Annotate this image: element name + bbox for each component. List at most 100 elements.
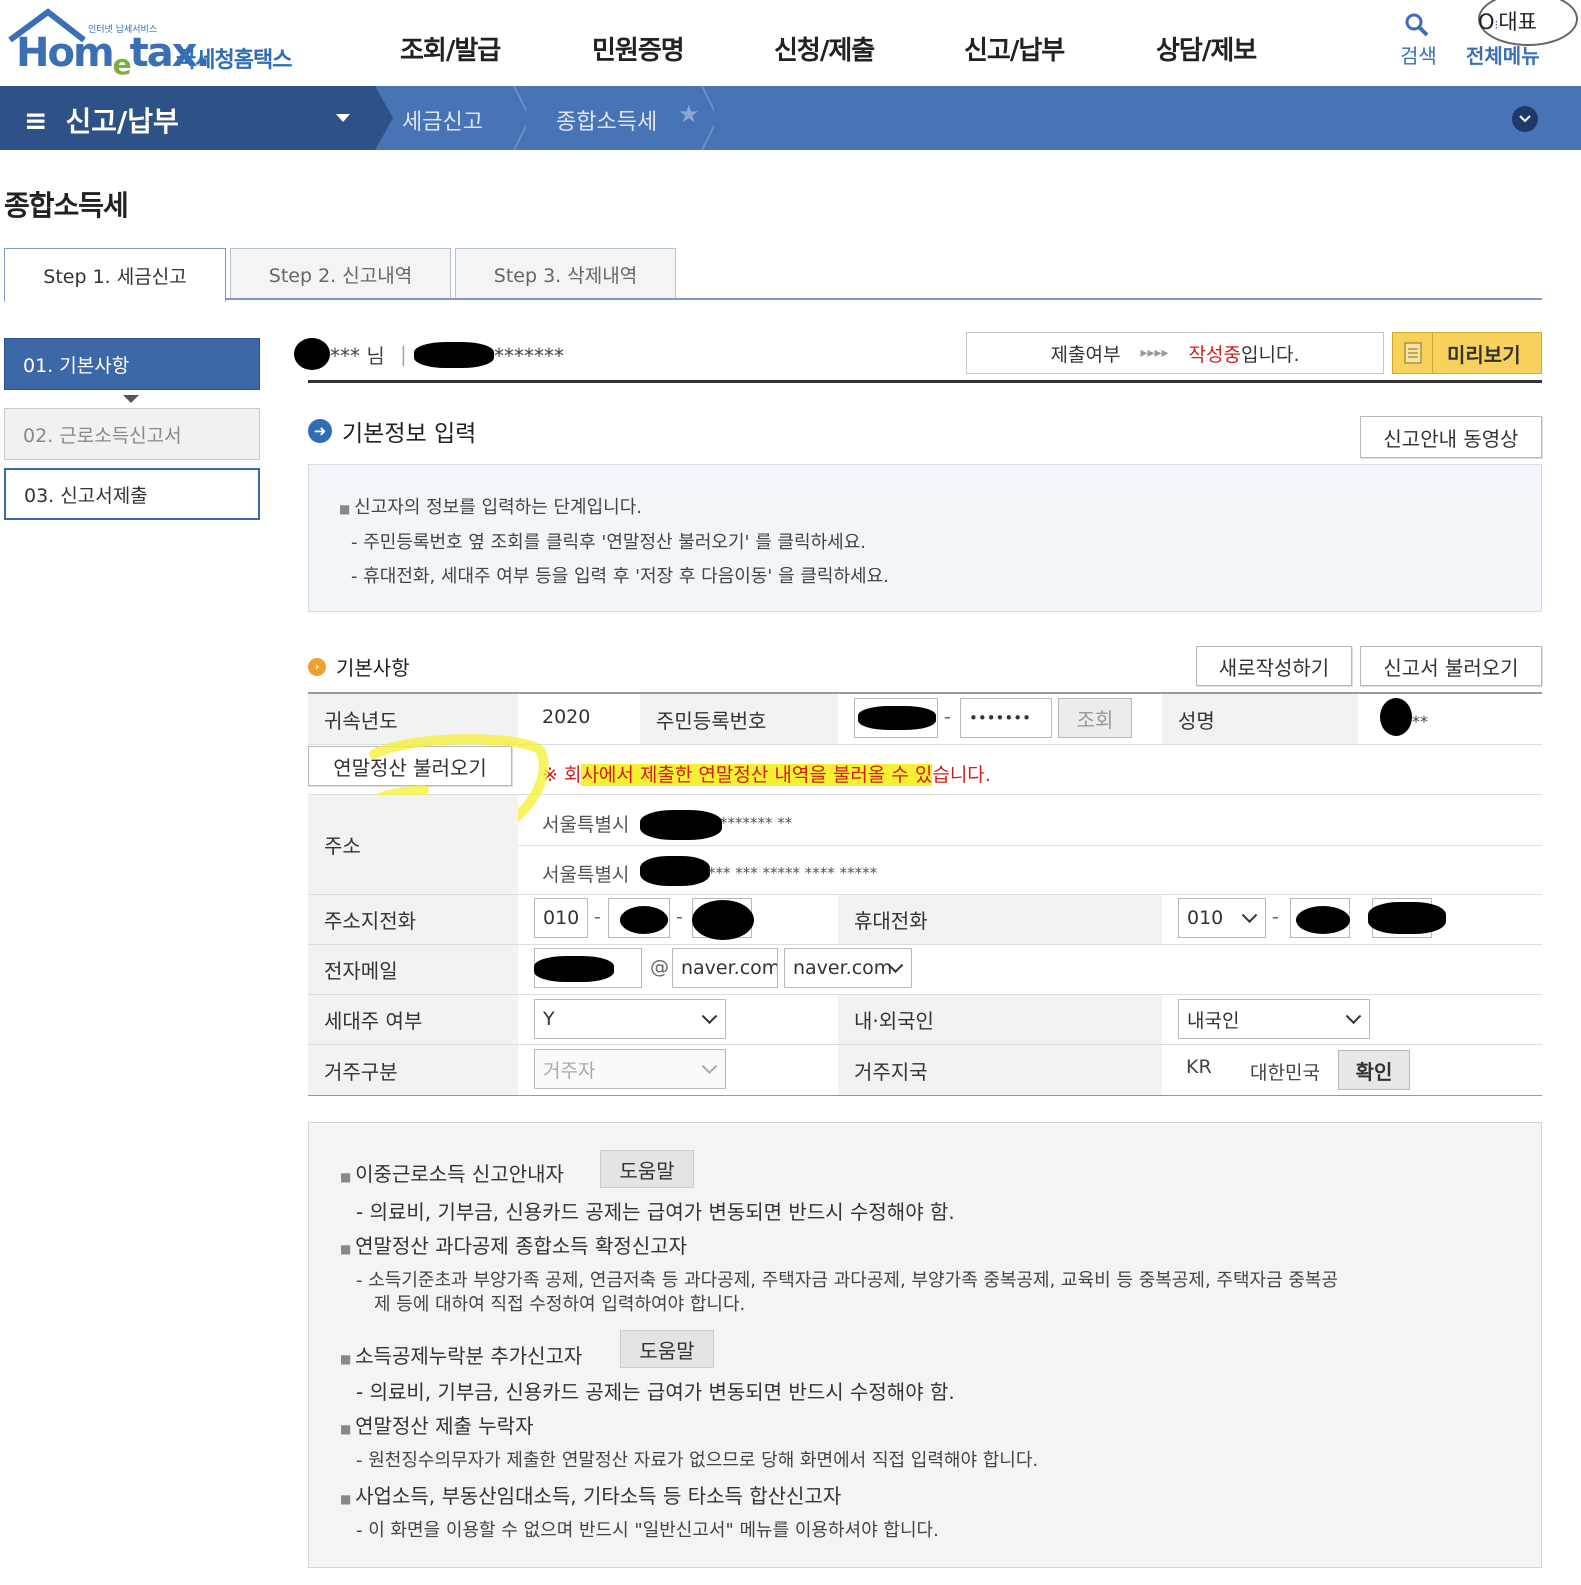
user-id: ******* bbox=[494, 344, 564, 368]
search-button[interactable]: 검색 bbox=[1400, 10, 1440, 70]
redaction-mark bbox=[692, 900, 754, 940]
all-menu-button[interactable]: 전체메뉴 bbox=[1466, 40, 1540, 69]
section-basic-info-title: ➜ 기본정보 입력 bbox=[308, 414, 476, 448]
help-item-title: ■ 연말정산 제출 누락자 bbox=[340, 1414, 534, 1438]
help-button[interactable]: 도움말 bbox=[600, 1150, 694, 1188]
help-item-desc: 제 등에 대하여 직접 수정하여 입력하여야 합니다. bbox=[374, 1294, 746, 1315]
tab-step2[interactable]: Step 2. 신고내역 bbox=[230, 248, 451, 300]
redaction-mark bbox=[1296, 906, 1350, 934]
help-item-desc: - 의료비, 기부금, 신용카드 공제는 급여가 변동되면 반드시 수정해야 함… bbox=[356, 1200, 955, 1224]
side-item-basic[interactable]: 01. 기본사항 bbox=[4, 338, 260, 390]
homephone-label: 주소지전화 bbox=[308, 895, 518, 944]
rrn-dash: - bbox=[944, 706, 951, 728]
user-name: *** 님 bbox=[330, 344, 385, 368]
crumb-tax-report[interactable]: 세금신고 bbox=[402, 104, 483, 136]
redaction-mark bbox=[640, 856, 710, 886]
country-code: KR bbox=[1186, 1056, 1212, 1078]
help-button[interactable]: 도움말 bbox=[620, 1330, 714, 1368]
section-title-text: 기본정보 입력 bbox=[342, 421, 477, 447]
country-name: 대한민국 bbox=[1250, 1062, 1320, 1084]
guide-video-button[interactable]: 신고안내 동영상 bbox=[1360, 416, 1542, 458]
householder-label: 세대주 여부 bbox=[308, 995, 518, 1044]
gnb-lookup[interactable]: 조회/발급 bbox=[400, 30, 501, 67]
phone-dash: - bbox=[1272, 906, 1279, 928]
gnb-certificates[interactable]: 민원증명 bbox=[592, 30, 685, 67]
chevron-down-icon[interactable] bbox=[1512, 106, 1538, 132]
address-label: 주소 bbox=[308, 795, 518, 894]
email-domain-input[interactable]: naver.com bbox=[672, 948, 778, 988]
help-item-title: ■ 소득공제누락분 추가신고자 bbox=[340, 1344, 583, 1368]
phone-dash: - bbox=[676, 906, 683, 928]
side-item-earned-income[interactable]: 02. 근로소득신고서 bbox=[4, 408, 260, 460]
info-box: ■ 신고자의 정보를 입력하는 단계입니다. - 주민등록번호 옆 조회를 클릭… bbox=[308, 464, 1542, 612]
crumb-separator-icon bbox=[701, 86, 714, 150]
preview-button[interactable]: 미리보기 bbox=[1392, 332, 1542, 374]
redaction-mark bbox=[620, 906, 668, 934]
redaction-mark bbox=[294, 338, 330, 370]
redaction-mark bbox=[1380, 698, 1412, 736]
status-arrows: ▸▸▸▸ bbox=[1140, 345, 1169, 361]
favorite-star-icon[interactable]: ★ bbox=[678, 100, 700, 128]
address2-city: 서울특별시 bbox=[542, 864, 630, 886]
tab-step3[interactable]: Step 3. 삭제내역 bbox=[455, 248, 676, 300]
tab-underline bbox=[226, 298, 1542, 300]
mobile-prefix-select[interactable]: 010 bbox=[1178, 898, 1266, 938]
address1-detail: ******* ** bbox=[720, 814, 793, 832]
caret-down-icon[interactable] bbox=[336, 114, 350, 124]
gnb-report-pay[interactable]: 신고/납부 bbox=[964, 30, 1065, 67]
address2-detail: *** *** ***** **** ***** bbox=[708, 864, 878, 882]
nationality-label: 내·외국인 bbox=[838, 995, 1162, 1044]
submission-status: 제출여부 ▸▸▸▸ 작성중입니다. bbox=[966, 332, 1384, 374]
logo-korean: 국세청홈택스 bbox=[176, 48, 292, 73]
section-divider bbox=[308, 380, 1542, 383]
homephone-prefix-input[interactable]: 010 bbox=[534, 898, 588, 938]
status-label: 제출여부 bbox=[1050, 343, 1121, 366]
help-item-desc: - 원천징수의무자가 제출한 연말정산 자료가 없으므로 당해 화면에서 직접 … bbox=[356, 1450, 1039, 1471]
search-label: 검색 bbox=[1400, 44, 1437, 68]
nationality-select[interactable]: 내국인 bbox=[1178, 999, 1370, 1039]
gnb-apply[interactable]: 신청/제출 bbox=[774, 30, 875, 67]
help-item-title: ■ 사업소득, 부동산임대소득, 기타소득 등 타소득 합산신고자 bbox=[340, 1484, 842, 1508]
country-label: 거주지국 bbox=[838, 1045, 1162, 1095]
rrn-label: 주민등록번호 bbox=[640, 694, 838, 744]
status-tail: 입니다. bbox=[1241, 343, 1300, 366]
user-separator: | bbox=[400, 342, 407, 366]
arrow-right-circle-icon: ➜ bbox=[308, 419, 332, 443]
page-title: 종합소득세 bbox=[4, 189, 129, 222]
redaction-mark bbox=[534, 956, 614, 982]
name-value: ** bbox=[1412, 712, 1428, 731]
rrn-back-input[interactable]: ••••••• bbox=[960, 698, 1052, 738]
crumb-income-tax[interactable]: 종합소득세 bbox=[556, 104, 657, 136]
crumb-separator-icon bbox=[513, 86, 526, 150]
info-line: - 주민등록번호 옆 조회를 클릭후 '연말정산 불러오기' 를 클릭하세요. bbox=[351, 532, 867, 553]
info-line: ■ 신고자의 정보를 입력하는 단계입니다. bbox=[339, 497, 643, 518]
section-selector-label: ≡ 신고/납부 bbox=[24, 103, 179, 139]
gnb-consult[interactable]: 상담/제보 bbox=[1156, 30, 1257, 67]
chevron-right-icon: › bbox=[308, 657, 326, 676]
redaction-mark bbox=[1368, 902, 1446, 934]
lookup-button[interactable]: 조회 bbox=[1058, 698, 1132, 738]
notice-highlighted: 사에서 제출한 연말정산 내역을 불러올 수 있 bbox=[581, 764, 933, 786]
confirm-country-button[interactable]: 확인 bbox=[1338, 1050, 1410, 1090]
email-label: 전자메일 bbox=[308, 945, 518, 994]
hometax-logo[interactable]: 인터넷 납세서비스 Hometax. 국세청홈택스 bbox=[4, 6, 304, 81]
residence-select[interactable]: 거주자 bbox=[534, 1049, 726, 1089]
info-line: - 휴대전화, 세대주 여부 등을 입력 후 '저장 후 다음이동' 을 클릭하… bbox=[351, 566, 889, 587]
yearend-notice: ※ 회사에서 제출한 연말정산 내역을 불러올 수 있습니다. bbox=[542, 760, 991, 787]
name-label: 성명 bbox=[1162, 694, 1358, 744]
help-item-desc: - 의료비, 기부금, 신용카드 공제는 급여가 변동되면 반드시 수정해야 함… bbox=[356, 1380, 955, 1404]
help-item-desc: - 소득기준초과 부양가족 공제, 연금저축 등 과다공제, 주택자금 과다공제… bbox=[356, 1270, 1339, 1291]
email-domain-select[interactable]: naver.com bbox=[784, 948, 912, 988]
householder-select[interactable]: Y bbox=[534, 999, 726, 1039]
help-item-title: ■ 이중근로소득 신고안내자 bbox=[340, 1162, 564, 1186]
search-icon bbox=[1405, 13, 1429, 37]
load-report-button[interactable]: 신고서 불러오기 bbox=[1360, 646, 1542, 686]
section-arrow bbox=[375, 86, 393, 150]
phone-dash: - bbox=[594, 906, 601, 928]
document-icon bbox=[1393, 333, 1433, 373]
rep-label: O⁝대표 bbox=[1478, 10, 1537, 34]
tab-step1[interactable]: Step 1. 세금신고 bbox=[4, 248, 226, 302]
redaction-mark bbox=[858, 706, 936, 730]
new-draft-button[interactable]: 새로작성하기 bbox=[1196, 646, 1352, 686]
side-item-submit[interactable]: 03. 신고서제출 bbox=[4, 468, 260, 520]
